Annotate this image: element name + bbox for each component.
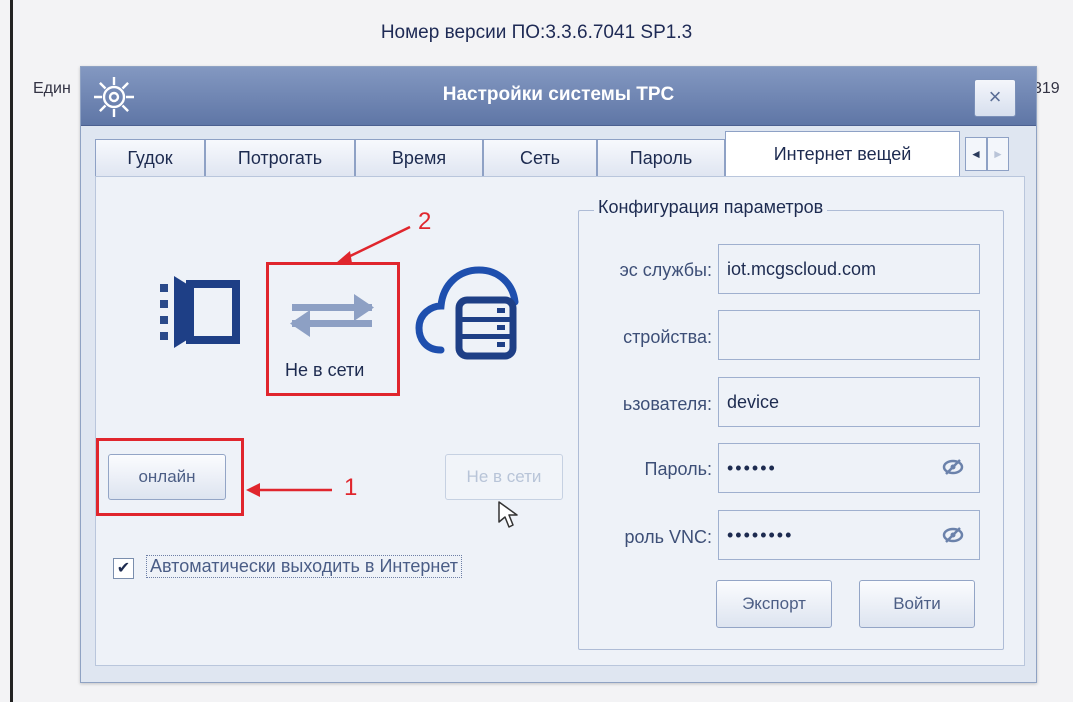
annotation-arrows bbox=[246, 225, 411, 497]
password-field[interactable]: •••••• bbox=[718, 443, 980, 493]
annotation-box-1 bbox=[96, 438, 244, 516]
service-address-field[interactable]: iot.mcgscloud.com bbox=[718, 244, 980, 294]
tab-beep[interactable]: Гудок bbox=[95, 139, 205, 177]
export-button[interactable]: Экспорт bbox=[716, 580, 832, 628]
device-icon bbox=[160, 276, 240, 348]
username-label: ьзователя: bbox=[622, 394, 712, 414]
login-button[interactable]: Войти bbox=[859, 580, 975, 628]
service-address-label: эс службы: bbox=[619, 260, 712, 280]
dialog-titlebar: Настройки системы TPC × bbox=[81, 67, 1036, 126]
tab-iot[interactable]: Интернет вещей bbox=[725, 131, 960, 177]
device-id-field[interactable] bbox=[718, 310, 980, 360]
username-field[interactable]: device bbox=[718, 377, 980, 427]
offline-button[interactable]: Не в сети bbox=[445, 454, 563, 500]
annotation-number-1: 1 bbox=[344, 474, 358, 501]
tab-password[interactable]: Пароль bbox=[597, 139, 725, 177]
device-id-label: стройства: bbox=[623, 327, 712, 347]
auto-online-checkbox[interactable]: ✔ bbox=[113, 558, 134, 579]
tab-touch[interactable]: Потрогать bbox=[205, 139, 355, 177]
screen-edge bbox=[10, 0, 13, 702]
annotation-number-2: 2 bbox=[418, 208, 432, 235]
tab-scroll-left-button[interactable]: ◄ bbox=[965, 137, 987, 171]
tab-time[interactable]: Время bbox=[355, 139, 483, 177]
show-password-icon[interactable] bbox=[942, 458, 964, 476]
auto-online-label[interactable]: Автоматически выходить в Интернет bbox=[146, 555, 463, 578]
mouse-cursor-icon bbox=[498, 501, 518, 528]
tab-network[interactable]: Сеть bbox=[483, 139, 597, 177]
vnc-password-label: роль VNC: bbox=[624, 527, 712, 547]
close-button[interactable]: × bbox=[974, 79, 1016, 117]
background-text-right: 319 bbox=[1033, 80, 1060, 97]
show-vnc-password-icon[interactable] bbox=[942, 526, 964, 544]
config-legend: Конфигурация параметров bbox=[594, 197, 828, 218]
password-label: Пароль: bbox=[644, 459, 712, 479]
background-text-left: Един bbox=[33, 80, 71, 97]
firmware-version-text: Номер версии ПО:3.3.6.7041 SP1.3 bbox=[380, 22, 693, 43]
vnc-password-field[interactable]: •••••••• bbox=[718, 510, 980, 560]
tab-scroll-right-button[interactable]: ► bbox=[987, 137, 1009, 171]
dialog-title: Настройки системы TPC bbox=[442, 84, 675, 105]
